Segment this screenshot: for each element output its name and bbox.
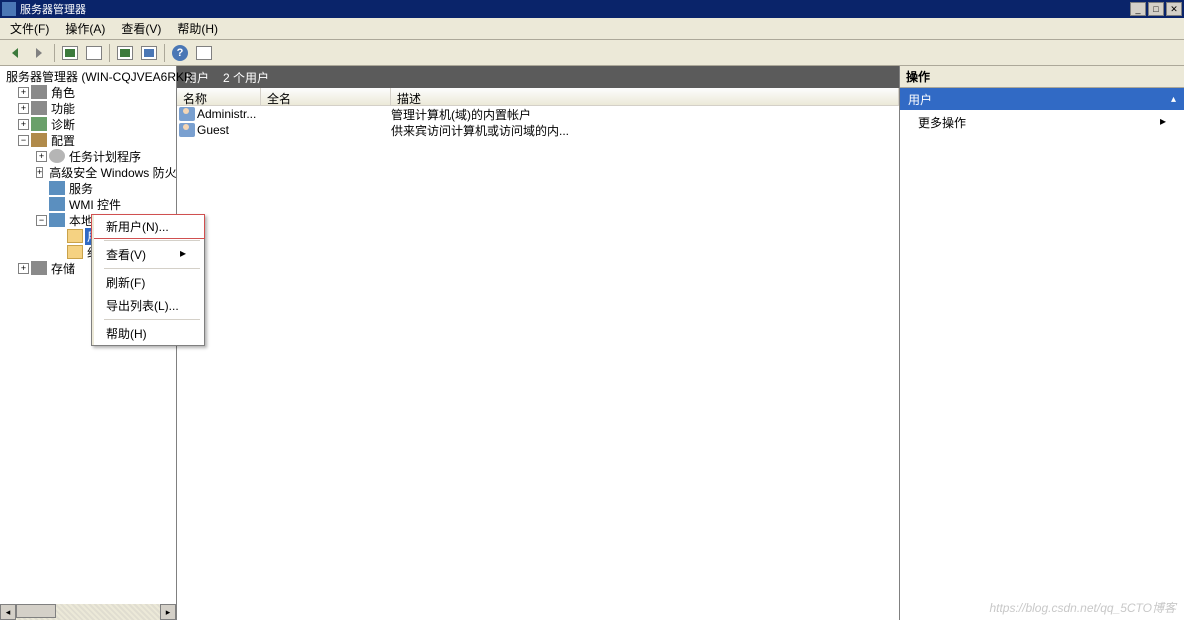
expand-task[interactable]: + [36, 151, 47, 162]
tree-roles[interactable]: + 角色 [0, 84, 176, 100]
tree-features[interactable]: + 功能 [0, 100, 176, 116]
wmi-icon [49, 197, 65, 211]
titlebar: 服务器管理器 _ □ ✕ [0, 0, 1184, 18]
panel-icon [86, 46, 102, 60]
menu-file[interactable]: 文件(F) [2, 18, 57, 39]
scroll-thumb[interactable] [16, 604, 56, 618]
tree-wmi[interactable]: WMI 控件 [0, 196, 176, 212]
arrow-right-icon [36, 48, 42, 58]
center-header: 用户 2 个用户 [177, 66, 899, 88]
menu-action[interactable]: 操作(A) [57, 18, 113, 39]
maximize-button[interactable]: □ [1148, 2, 1164, 16]
forward-button[interactable] [28, 42, 50, 64]
storage-icon [31, 261, 47, 275]
properties-button[interactable] [193, 42, 215, 64]
refresh-button[interactable] [114, 42, 136, 64]
chevron-up-icon: ▴ [1171, 94, 1176, 105]
scroll-left-button[interactable]: ◂ [0, 604, 16, 620]
actions-category[interactable]: 用户 ▴ [900, 88, 1184, 110]
user-icon [179, 107, 195, 121]
center-count: 2 个用户 [223, 69, 269, 86]
ctx-help[interactable]: 帮助(H) [92, 322, 204, 345]
refresh-icon [117, 46, 133, 60]
show-hide-button[interactable] [83, 42, 105, 64]
col-fullname[interactable]: 全名 [261, 88, 391, 105]
toolbar: ? [0, 40, 1184, 66]
task-icon [49, 149, 65, 163]
diagnostics-icon [31, 117, 47, 131]
export-button[interactable] [138, 42, 160, 64]
menu-view[interactable]: 查看(V) [113, 18, 169, 39]
tree-task-scheduler[interactable]: + 任务计划程序 [0, 148, 176, 164]
expand-storage[interactable]: + [18, 263, 29, 274]
user-icon [179, 123, 195, 137]
up-button[interactable] [59, 42, 81, 64]
tree-config[interactable]: − 配置 [0, 132, 176, 148]
chevron-right-icon: ▸ [180, 246, 186, 263]
chevron-right-icon: ▸ [1160, 114, 1166, 131]
context-menu: 新用户(N)... 查看(V) ▸ 刷新(F) 导出列表(L)... 帮助(H) [91, 214, 205, 346]
close-button[interactable]: ✕ [1166, 2, 1182, 16]
expand-features[interactable]: + [18, 103, 29, 114]
arrow-left-icon [12, 48, 18, 58]
expand-diagnostics[interactable]: + [18, 119, 29, 130]
tree-h-scrollbar[interactable]: ◂ ▸ [0, 604, 176, 620]
folder-icon [67, 229, 83, 243]
tree-services[interactable]: 服务 [0, 180, 176, 196]
action-more[interactable]: 更多操作 ▸ [900, 110, 1184, 135]
expand-config[interactable]: − [18, 135, 29, 146]
scroll-right-button[interactable]: ▸ [160, 604, 176, 620]
help-button[interactable]: ? [169, 42, 191, 64]
features-icon [31, 101, 47, 115]
folder-icon [67, 245, 83, 259]
menu-help[interactable]: 帮助(H) [169, 18, 226, 39]
list-item[interactable]: Guest 供来宾访问计算机或访问域的内... [177, 122, 899, 138]
app-icon [2, 2, 16, 16]
expand-lug[interactable]: − [36, 215, 47, 226]
expand-firewall[interactable]: + [36, 167, 43, 178]
center-pane: 用户 2 个用户 名称 全名 描述 Administr... 管理计算机(域)的… [177, 66, 899, 620]
back-button[interactable] [4, 42, 26, 64]
ctx-refresh[interactable]: 刷新(F) [92, 271, 204, 294]
tree-diagnostics[interactable]: + 诊断 [0, 116, 176, 132]
column-header: 名称 全名 描述 [177, 88, 899, 106]
actions-pane: 操作 用户 ▴ 更多操作 ▸ [899, 66, 1184, 620]
tree-firewall[interactable]: + 高级安全 Windows 防火 [0, 164, 176, 180]
list-body: Administr... 管理计算机(域)的内置帐户 Guest 供来宾访问计算… [177, 106, 899, 620]
minimize-button[interactable]: _ [1130, 2, 1146, 16]
properties-icon [196, 46, 212, 60]
list-item[interactable]: Administr... 管理计算机(域)的内置帐户 [177, 106, 899, 122]
ctx-view[interactable]: 查看(V) ▸ [92, 243, 204, 266]
window-title: 服务器管理器 [20, 1, 1130, 17]
config-icon [31, 133, 47, 147]
menubar: 文件(F) 操作(A) 查看(V) 帮助(H) [0, 18, 1184, 40]
col-name[interactable]: 名称 [177, 88, 261, 105]
ctx-export-list[interactable]: 导出列表(L)... [92, 294, 204, 317]
users-groups-icon [49, 213, 65, 227]
help-icon: ? [172, 45, 188, 61]
services-icon [49, 181, 65, 195]
ctx-new-user[interactable]: 新用户(N)... [92, 215, 204, 238]
roles-icon [31, 85, 47, 99]
actions-header: 操作 [900, 66, 1184, 88]
up-icon [62, 46, 78, 60]
expand-roles[interactable]: + [18, 87, 29, 98]
export-icon [141, 46, 157, 60]
col-desc[interactable]: 描述 [391, 88, 899, 105]
tree-root[interactable]: 服务器管理器 (WIN-CQJVEA6RKR [0, 68, 176, 84]
watermark: https://blog.csdn.net/qq_5CTO博客 [989, 599, 1176, 616]
